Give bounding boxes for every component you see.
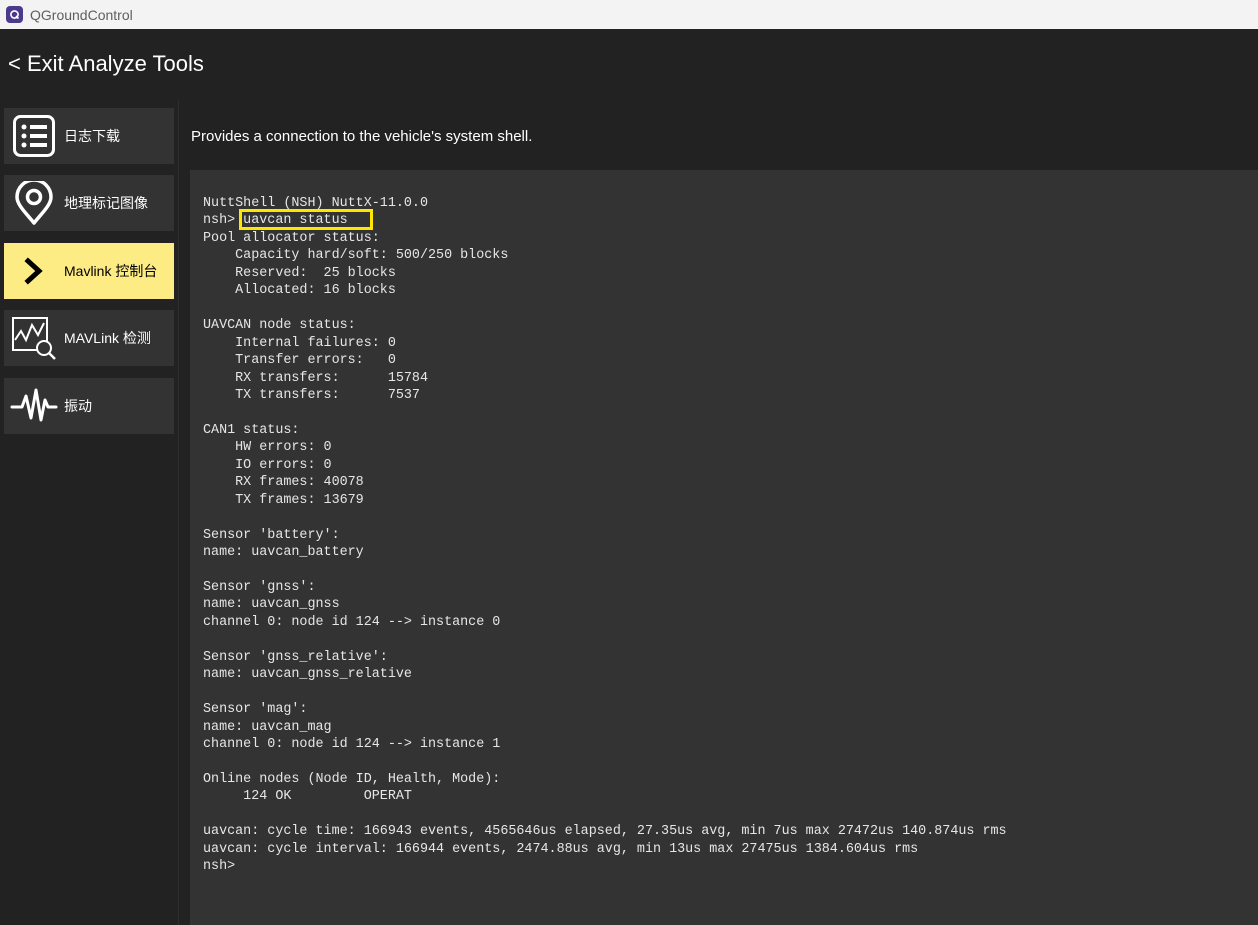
sidebar: 日志下载 地理标记图像 Mavlink 控制台 MAVLink 检测 振动 (0, 100, 178, 925)
sidebar-item-label: MAVLink 检测 (64, 330, 151, 346)
window-titlebar: QGroundControl (0, 0, 1258, 29)
header: < Exit Analyze Tools (0, 29, 1258, 100)
sidebar-item-log-download[interactable]: 日志下载 (4, 108, 174, 164)
chart-inspect-icon (10, 314, 58, 362)
qgc-app-icon (6, 6, 23, 23)
sidebar-item-mavlink-console[interactable]: Mavlink 控制台 (4, 243, 174, 299)
chevron-right-icon (10, 247, 58, 295)
sidebar-item-label: 振动 (64, 398, 92, 414)
window-title: QGroundControl (30, 6, 133, 23)
console-output[interactable]: NuttShell (NSH) NuttX-11.0.0 nsh> uavcan… (203, 195, 1007, 876)
sidebar-item-mavlink-inspector[interactable]: MAVLink 检测 (4, 310, 174, 366)
sidebar-item-vibration[interactable]: 振动 (4, 378, 174, 434)
sidebar-divider (178, 100, 179, 925)
sidebar-item-geotag-images[interactable]: 地理标记图像 (4, 175, 174, 231)
list-icon (10, 112, 58, 160)
console-panel[interactable]: NuttShell (NSH) NuttX-11.0.0 nsh> uavcan… (190, 170, 1258, 925)
sidebar-item-label: 日志下载 (64, 128, 120, 144)
sidebar-item-label: 地理标记图像 (64, 195, 148, 211)
sidebar-item-label: Mavlink 控制台 (64, 263, 158, 279)
page-description: Provides a connection to the vehicle's s… (191, 128, 533, 145)
map-pin-icon (10, 179, 58, 227)
waveform-icon (10, 382, 58, 430)
exit-analyze-tools-button[interactable]: < Exit Analyze Tools (8, 51, 204, 77)
